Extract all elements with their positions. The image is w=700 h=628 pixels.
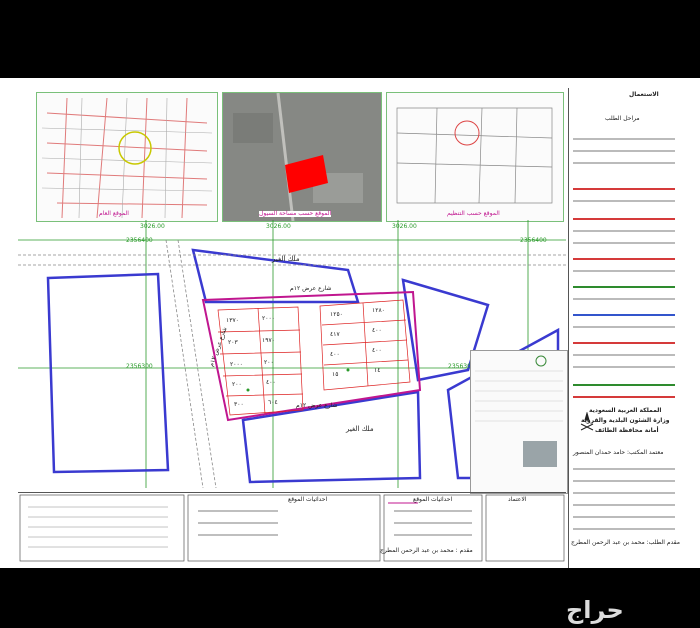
plot-number: ١٢٨٠ [372,307,385,314]
neighbor-label-top: ملك الغير [272,255,300,263]
grid-label-top-left: 2356400 [126,237,153,244]
emblem-icon [579,411,595,432]
street-label-bottom: شارع عرض ١٢م [296,402,338,409]
plot-number: ١٤ [374,367,381,374]
bottom-owner-line: مقدم : محمد بن عبد الرحمن المطرج [380,547,473,554]
survey-plan-sheet: الموقع العام الموقع حسب مساحة السيول الم… [0,78,700,568]
plot-number: ٢٠٠٠ [262,315,275,322]
plot-number: ٢٠٠٠ [230,361,243,368]
site-coordinates-title: احداثيات الموقع [288,496,328,503]
owner-name: مقدم الطلب: محمد بن عبد الرحمن المطرج [571,539,680,546]
plot-number: ١٣٧٠ [226,317,239,324]
plot-number: ٤٠٠ [372,327,382,334]
usage-title: الاستعمال [629,91,659,98]
plot-number: ١٢٥٠ [330,311,343,318]
office-name: معتمد المكتب: حامد حمدان المنصور [573,449,664,456]
plot-number: ٤٠٠ [372,347,382,354]
title-block-sidebar: الاستعمال مراحل الطلب المملكة العربية ال… [568,88,680,568]
satellite-label: الموقع حسب مساحة السيول [259,210,332,217]
satellite-thumbnail: الموقع حسب مساحة السيول [222,92,382,222]
general-map-icon [41,97,213,219]
authority-line-1: المملكة العربية السعودية [589,407,662,414]
street-label-top: شارع عرض ١٢م [290,285,332,292]
plot-number: ٦٠٤ [268,399,278,406]
grid-label-vertical-right: 3026.00 [392,223,417,230]
planning-map-icon [396,107,553,204]
grid-label-mid-left: 2356300 [126,363,153,370]
site-calc-title: احداثيات الموقع [413,496,453,503]
planning-label: الموقع حسب التنظيم [447,210,500,217]
stamp-details-graphic [475,355,563,467]
general-site-thumbnail: الموقع العام [36,92,218,222]
plot-number: ٤١٧ [330,331,340,338]
footer-strip: احداثيات الموقع الاعتماد احداثيات الموقع [18,492,566,563]
stamp-block [470,350,568,494]
request-stage-title: مراحل الطلب [605,115,640,122]
plot-number: ٤٠٠ [266,379,276,386]
grid-label-vertical-mid: 3026.00 [266,223,291,230]
plot-number: ١٩٧٠ [262,337,275,344]
footer-tables [19,494,565,562]
plot-number: ٢٠٠ [232,381,242,388]
general-site-label: الموقع العام [99,210,129,217]
approval-title: الاعتماد [508,496,527,503]
plot-number: ٢٠٠ [264,359,274,366]
grid-label-top-right: 2356400 [520,237,547,244]
planning-thumbnail: الموقع حسب التنظيم [386,92,564,222]
plot-number: ١٥ [332,371,339,378]
plot-number: ٢٠٣ [228,339,238,346]
satellite-image [223,93,381,221]
grid-label-vertical-left: 3026.00 [140,223,165,230]
haraj-watermark-logo: حراج [566,596,624,624]
plot-number: ٤٠٠ [330,351,340,358]
plot-number: ٣٠٠ [234,401,244,408]
neighbor-label-bottom: ملك الغير [346,425,374,433]
authority-line-3: أمانة محافظة الطائف [595,427,659,434]
